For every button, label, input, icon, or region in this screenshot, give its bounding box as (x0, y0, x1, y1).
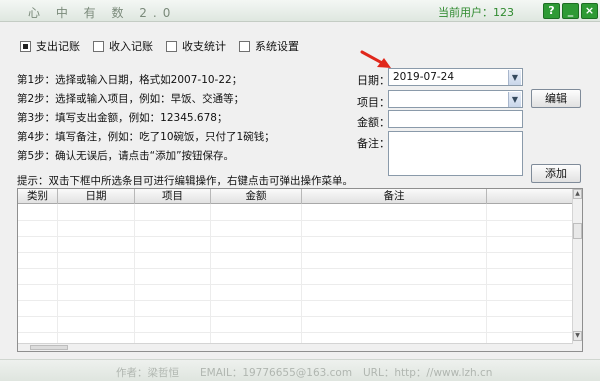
amount-input[interactable] (388, 110, 523, 128)
income-checkbox[interactable] (93, 40, 104, 52)
step-2-text: 第2步：选择或输入项目，例如：早饭、交通等； (17, 93, 245, 105)
tab-expense-label: 支出记账 (36, 40, 80, 53)
grid-line (18, 332, 573, 333)
grid-line (486, 204, 487, 345)
grid-line (18, 284, 573, 285)
close-button[interactable]: × (581, 3, 598, 19)
table-header: 类别 日期 项目 金额 备注 (18, 189, 573, 204)
settings-checkbox[interactable] (239, 40, 250, 52)
date-value: 2019-07-24 (393, 71, 455, 83)
item-combobox[interactable]: ▼ (388, 90, 523, 108)
grid-line (301, 204, 302, 345)
horizontal-scrollbar[interactable] (18, 343, 573, 351)
statistics-checkbox[interactable] (166, 40, 177, 52)
item-label: 项目： (357, 96, 390, 109)
column-header-date[interactable]: 日期 (58, 189, 135, 204)
column-header-item[interactable]: 项目 (135, 189, 211, 204)
author-text: 作者：梁哲恒 (116, 367, 179, 379)
mode-selector: 支出记账 收入记账 收支统计 系统设置 (0, 38, 600, 54)
scroll-thumb[interactable] (573, 223, 582, 239)
tab-income[interactable]: 收入记账 (93, 38, 153, 54)
grid-line (134, 204, 135, 345)
horizontal-scroll-thumb[interactable] (30, 345, 68, 350)
column-header-note[interactable]: 备注 (302, 189, 487, 204)
scroll-up-icon[interactable]: ▲ (573, 189, 582, 199)
note-label: 备注： (357, 137, 390, 150)
tab-settings-label: 系统设置 (255, 40, 299, 53)
column-header-amount[interactable]: 金额 (211, 189, 302, 204)
step-3-text: 第3步：填写支出金额，例如：12345.678； (17, 112, 228, 124)
grid-line (18, 220, 573, 221)
tab-expense[interactable]: 支出记账 (20, 38, 80, 54)
tab-income-label: 收入记账 (109, 40, 153, 53)
scroll-down-icon[interactable]: ▼ (573, 331, 582, 341)
step-1-text: 第1步：选择或输入日期，格式如2007-10-22； (17, 74, 243, 86)
grid-line (18, 316, 573, 317)
minimize-button[interactable]: _ (562, 3, 579, 19)
url-text: URL：http：//www.lzh.cn (363, 367, 493, 379)
chevron-down-icon[interactable]: ▼ (508, 92, 521, 107)
current-user-label: 当前用户：123 (438, 6, 514, 19)
step-5-text: 第5步：确认无误后，请点击“添加”按钮保存。 (17, 150, 235, 162)
grid-line (18, 236, 573, 237)
vertical-scrollbar[interactable]: ▲ ▼ (572, 189, 582, 351)
grid-line (57, 204, 58, 345)
grid-line (210, 204, 211, 345)
email-text: EMAIL：19776655@163.com (200, 367, 353, 379)
note-textarea[interactable] (388, 131, 523, 176)
app-title: 心 中 有 数 2.0 (28, 6, 177, 20)
tab-statistics-label: 收支统计 (182, 40, 226, 53)
grid-line (18, 268, 573, 269)
edit-button[interactable]: 编辑 (531, 89, 581, 108)
records-table[interactable]: 类别 日期 项目 金额 备注 ▲ ▼ (17, 188, 583, 352)
add-button[interactable]: 添加 (531, 164, 581, 183)
tab-statistics[interactable]: 收支统计 (166, 38, 226, 54)
amount-label: 金额： (357, 116, 390, 129)
grid-line (18, 252, 573, 253)
expense-checkbox[interactable] (20, 40, 31, 52)
column-header-category[interactable]: 类别 (18, 189, 58, 204)
date-label: 日期： (357, 74, 390, 87)
help-button[interactable]: ? (543, 3, 560, 19)
step-4-text: 第4步：填写备注，例如：吃了10碗饭，只付了1碗钱； (17, 131, 275, 143)
grid-line (18, 300, 573, 301)
tab-settings[interactable]: 系统设置 (239, 38, 299, 54)
footer-bar: 作者：梁哲恒 EMAIL：19776655@163.com URL：http：/… (0, 359, 600, 381)
hint-text: 提示：双击下框中所选条目可进行编辑操作，右键点击可弹出操作菜单。 (17, 175, 353, 187)
date-combobox[interactable]: 2019-07-24 ▼ (388, 68, 523, 86)
title-bar: 心 中 有 数 2.0 当前用户：123 ? _ × (0, 0, 600, 22)
chevron-down-icon[interactable]: ▼ (508, 70, 521, 85)
